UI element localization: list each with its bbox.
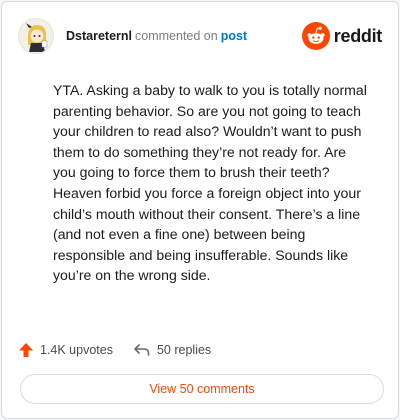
author-name[interactable]: Dstareternl	[66, 29, 132, 43]
commented-on-text: commented on	[135, 29, 218, 43]
reddit-snoo-icon	[301, 22, 330, 50]
reddit-brand[interactable]: reddit	[301, 22, 383, 50]
avatar-illustration-icon	[19, 19, 53, 53]
post-link[interactable]: post	[221, 29, 247, 43]
comment-body: YTA. Asking a baby to walk to you is tot…	[53, 82, 367, 284]
comment-actions: 1.4K upvotes 50 replies	[18, 340, 211, 360]
comment-card: Dstareternl commented on post reddit YTA. …	[1, 1, 399, 419]
comment-header: Dstareternl commented on post reddit	[18, 18, 382, 54]
upvote-button[interactable]: 1.4K upvotes	[18, 342, 113, 358]
upvote-arrow-icon	[19, 343, 33, 357]
user-avatar[interactable]	[18, 18, 54, 54]
reddit-wordmark: reddit	[333, 25, 383, 46]
view-comments-button[interactable]: View 50 comments	[20, 374, 384, 404]
reply-arrow-icon	[134, 344, 150, 356]
reply-count: 50 replies	[156, 343, 212, 357]
upvote-count: 1.4K upvotes	[40, 343, 113, 357]
comment-meta: Dstareternl commented on post	[66, 29, 247, 43]
reply-button[interactable]: 50 replies	[133, 342, 211, 358]
